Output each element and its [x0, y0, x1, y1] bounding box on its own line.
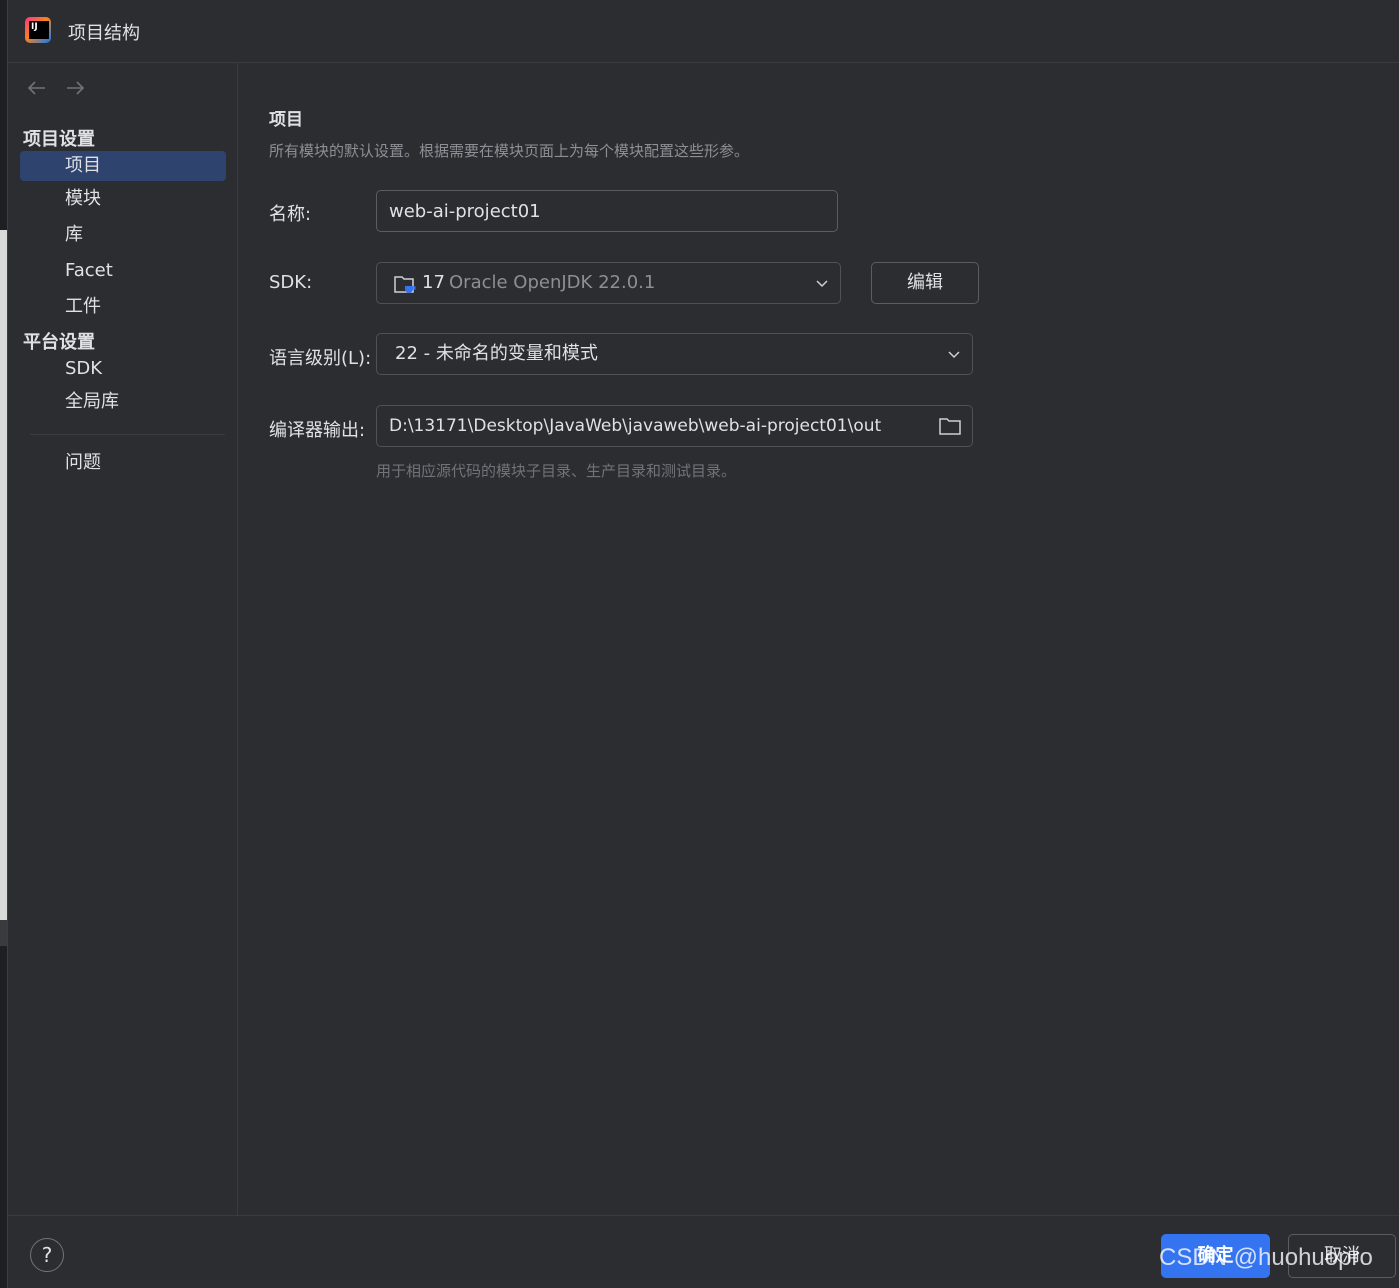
forward-arrow-icon[interactable]: [64, 77, 86, 99]
page-description: 所有模块的默认设置。根据需要在模块页面上为每个模块配置这些形参。: [269, 142, 750, 160]
compiler-output-label: 编译器输出:: [269, 420, 366, 441]
page-title: 项目: [269, 110, 303, 130]
intellij-logo-icon: [25, 17, 51, 43]
sdk-label: SDK:: [269, 272, 313, 293]
compiler-output-field[interactable]: D:\13171\Desktop\JavaWeb\javaweb\web-ai-…: [376, 405, 973, 447]
sdk-name: Oracle OpenJDK 22.0.1: [449, 272, 656, 293]
edit-button[interactable]: 编辑: [871, 262, 979, 304]
background-window-edge: [0, 230, 7, 946]
sidebar-item-facets[interactable]: Facet: [20, 256, 226, 286]
sdk-folder-icon: [394, 276, 416, 293]
sidebar-item-problems[interactable]: 问题: [20, 448, 226, 478]
csdn-watermark: CSDN @huohuopro: [1159, 1244, 1373, 1271]
group-header-project-settings: 项目设置: [23, 129, 95, 150]
main-panel: 项目 所有模块的默认设置。根据需要在模块页面上为每个模块配置这些形参。 名称: …: [239, 63, 1399, 1215]
language-level-value: 22 - 未命名的变量和模式: [395, 343, 598, 364]
sidebar-item-libraries[interactable]: 库: [20, 220, 226, 250]
sidebar-item-modules[interactable]: 模块: [20, 184, 226, 214]
language-level-label: 语言级别(L):: [269, 348, 372, 369]
nav-arrows: [26, 77, 86, 99]
project-structure-dialog: 项目结构 项目设置 项目 模块 库 Facet 工件 平台设置 SDK 全局库 …: [7, 0, 1399, 1288]
sidebar: 项目设置 项目 模块 库 Facet 工件 平台设置 SDK 全局库 问题: [8, 63, 238, 1215]
compiler-output-hint: 用于相应源代码的模块子目录、生产目录和测试目录。: [376, 462, 737, 480]
sdk-dropdown[interactable]: 17 Oracle OpenJDK 22.0.1: [376, 262, 841, 304]
sidebar-divider: [30, 434, 225, 435]
group-header-platform-settings: 平台设置: [23, 332, 95, 353]
back-arrow-icon[interactable]: [26, 77, 48, 99]
name-input[interactable]: [376, 190, 838, 232]
name-label: 名称:: [269, 204, 312, 225]
window-title: 项目结构: [68, 23, 140, 44]
sidebar-item-project[interactable]: 项目: [20, 151, 226, 181]
sidebar-item-sdks[interactable]: SDK: [20, 354, 226, 384]
sidebar-item-global-libraries[interactable]: 全局库: [20, 387, 226, 417]
title-bar: 项目结构: [8, 0, 1399, 63]
compiler-output-value: D:\13171\Desktop\JavaWeb\javaweb\web-ai-…: [389, 416, 882, 436]
language-level-dropdown[interactable]: 22 - 未命名的变量和模式: [376, 333, 973, 375]
folder-icon[interactable]: [938, 416, 962, 436]
background-window-edge-dark: [0, 920, 7, 946]
sdk-version: 17: [422, 272, 445, 293]
sidebar-item-artifacts[interactable]: 工件: [20, 292, 226, 322]
chevron-down-icon: [816, 280, 828, 288]
chevron-down-icon: [948, 351, 960, 359]
help-icon[interactable]: ?: [30, 1238, 64, 1272]
